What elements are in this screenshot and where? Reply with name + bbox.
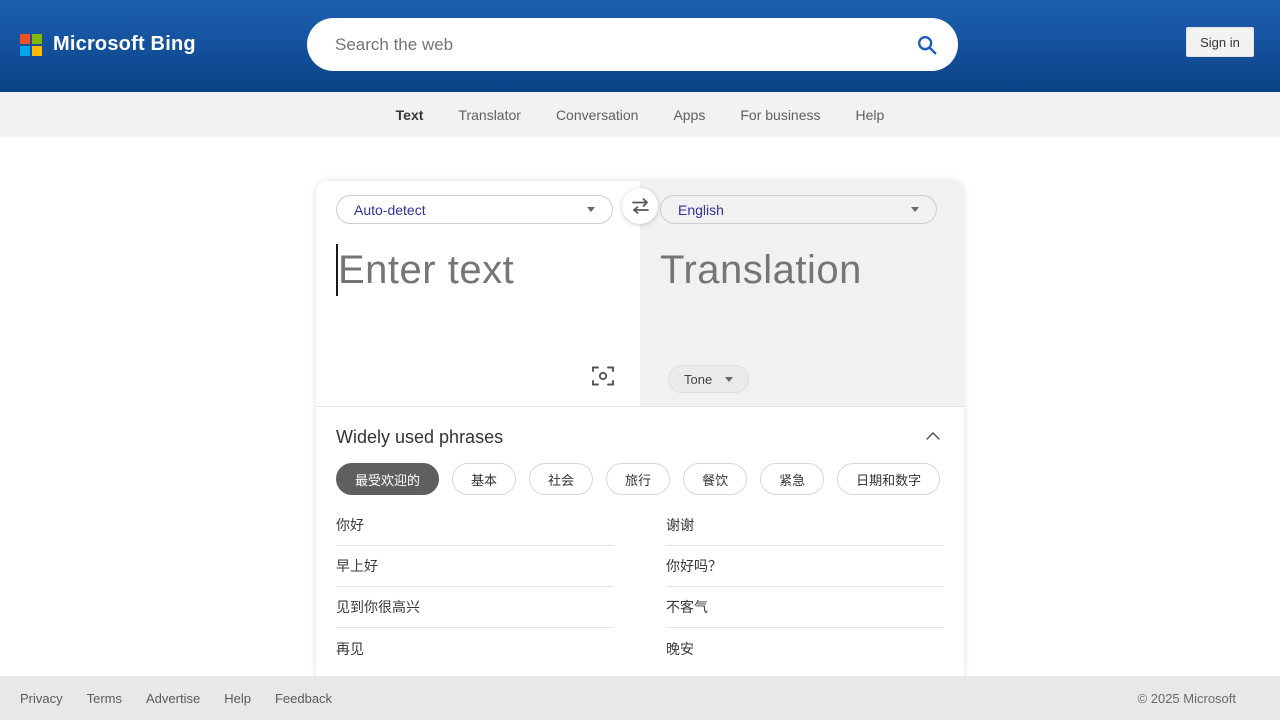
chip-dates-numbers[interactable]: 日期和数字 xyxy=(837,463,940,495)
microsoft-bing-logo[interactable]: Microsoft Bing xyxy=(20,33,196,56)
phrase-row[interactable]: 不客气 xyxy=(666,587,944,628)
target-panel: English Translation Tone xyxy=(640,181,964,406)
phrase-row[interactable]: 晚安 xyxy=(666,628,944,669)
search-button[interactable] xyxy=(912,30,942,60)
translator-card: Auto-detect Enter text English xyxy=(316,181,964,676)
widely-used-phrases-section: Widely used phrases 最受欢迎的 基本 社会 旅行 餐饮 紧急… xyxy=(316,426,964,669)
main-content: Auto-detect Enter text English xyxy=(0,137,1280,676)
chip-travel[interactable]: 旅行 xyxy=(606,463,670,495)
translator-nav: Text Translator Conversation Apps For bu… xyxy=(0,92,1280,137)
tone-dropdown[interactable]: Tone xyxy=(668,365,749,393)
phrase-row[interactable]: 见到你很高兴 xyxy=(336,587,614,628)
camera-translate-button[interactable] xyxy=(590,364,616,390)
chip-basics[interactable]: 基本 xyxy=(452,463,516,495)
chip-emergency[interactable]: 紧急 xyxy=(760,463,824,495)
source-language-dropdown[interactable]: Auto-detect xyxy=(336,195,613,224)
logo-text: Microsoft Bing xyxy=(53,33,196,56)
source-language-value: Auto-detect xyxy=(354,202,426,218)
source-panel: Auto-detect Enter text xyxy=(316,181,640,406)
chevron-down-icon xyxy=(725,377,733,382)
swap-languages-button[interactable] xyxy=(622,188,658,224)
tab-help[interactable]: Help xyxy=(856,107,885,123)
translation-input[interactable]: Enter text xyxy=(336,244,620,296)
tab-text[interactable]: Text xyxy=(396,107,424,123)
tab-for-business[interactable]: For business xyxy=(740,107,820,123)
output-placeholder: Translation xyxy=(660,244,862,296)
phrases-title: Widely used phrases xyxy=(336,427,503,448)
translation-output: Translation xyxy=(660,244,944,296)
swap-languages-icon xyxy=(631,198,650,214)
sign-in-button[interactable]: Sign in xyxy=(1186,27,1254,57)
phrase-row[interactable]: 谢谢 xyxy=(666,505,944,546)
footer-link-feedback[interactable]: Feedback xyxy=(275,691,332,706)
footer: Privacy Terms Advertise Help Feedback © … xyxy=(0,676,1280,720)
target-language-dropdown[interactable]: English xyxy=(660,195,937,224)
panel-divider xyxy=(316,406,964,407)
camera-scan-icon xyxy=(591,364,615,388)
phrase-category-chips: 最受欢迎的 基本 社会 旅行 餐饮 紧急 日期和数字 科技 xyxy=(336,463,944,495)
tab-apps[interactable]: Apps xyxy=(673,107,705,123)
phrase-row[interactable]: 再见 xyxy=(336,628,614,669)
phrase-list: 你好 早上好 见到你很高兴 再见 谢谢 你好吗？ 不客气 晚安 xyxy=(336,505,944,669)
copyright-text: © 2025 Microsoft xyxy=(1138,691,1236,706)
search-icon xyxy=(916,34,938,56)
phrase-row[interactable]: 你好吗？ xyxy=(666,546,944,587)
tab-conversation[interactable]: Conversation xyxy=(556,107,639,123)
footer-link-advertise[interactable]: Advertise xyxy=(146,691,200,706)
collapse-phrases-button[interactable] xyxy=(922,426,944,448)
chevron-up-icon xyxy=(923,426,943,446)
chevron-down-icon xyxy=(587,207,595,212)
input-placeholder: Enter text xyxy=(338,244,514,296)
target-language-value: English xyxy=(678,202,724,218)
search-input[interactable] xyxy=(335,35,912,55)
web-search-box[interactable] xyxy=(307,18,958,71)
chip-social[interactable]: 社会 xyxy=(529,463,593,495)
translation-panels: Auto-detect Enter text English xyxy=(316,181,964,406)
header: Microsoft Bing Sign in xyxy=(0,0,1280,92)
microsoft-logo-squares-icon xyxy=(20,34,42,56)
footer-link-help[interactable]: Help xyxy=(224,691,251,706)
phrase-row[interactable]: 你好 xyxy=(336,505,614,546)
tab-translator[interactable]: Translator xyxy=(458,107,521,123)
chip-most-popular[interactable]: 最受欢迎的 xyxy=(336,463,439,495)
footer-link-terms[interactable]: Terms xyxy=(87,691,122,706)
chip-dining[interactable]: 餐饮 xyxy=(683,463,747,495)
phrase-row[interactable]: 早上好 xyxy=(336,546,614,587)
tone-label: Tone xyxy=(684,372,712,387)
footer-link-privacy[interactable]: Privacy xyxy=(20,691,63,706)
chevron-down-icon xyxy=(911,207,919,212)
